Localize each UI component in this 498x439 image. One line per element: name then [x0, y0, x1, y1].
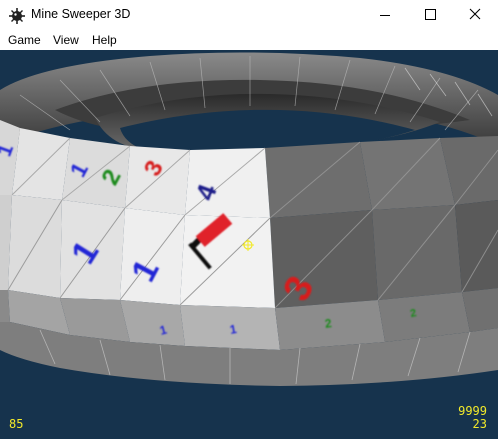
close-icon [469, 8, 481, 20]
menu-game[interactable]: Game [8, 33, 41, 47]
title-bar[interactable]: Mine Sweeper 3D [0, 0, 498, 30]
maximize-icon [425, 9, 436, 20]
counter-top-readout: 9999 [458, 404, 487, 418]
minimize-button[interactable] [362, 0, 408, 30]
minimize-icon [380, 15, 390, 16]
mine-icon [9, 8, 25, 24]
menu-help[interactable]: Help [92, 33, 117, 47]
mines-remaining-readout: 23 [472, 417, 487, 431]
game-viewport[interactable]: 1 1 2 3 4 1 1 3 1 1 2 2 85 9999 23 [0, 50, 498, 439]
elapsed-time-readout: 85 [9, 417, 24, 431]
torus-back [0, 52, 498, 152]
menu-view[interactable]: View [53, 33, 79, 47]
window-title: Mine Sweeper 3D [31, 7, 131, 21]
maximize-button[interactable] [407, 0, 453, 30]
menu-bar: Game View Help [0, 30, 498, 50]
close-button[interactable] [452, 0, 498, 30]
torus-board[interactable]: 1 1 2 3 4 1 1 3 1 1 2 2 [0, 50, 498, 439]
app-window: Mine Sweeper 3D Game View Help 1 1 2 3 4… [0, 0, 498, 439]
